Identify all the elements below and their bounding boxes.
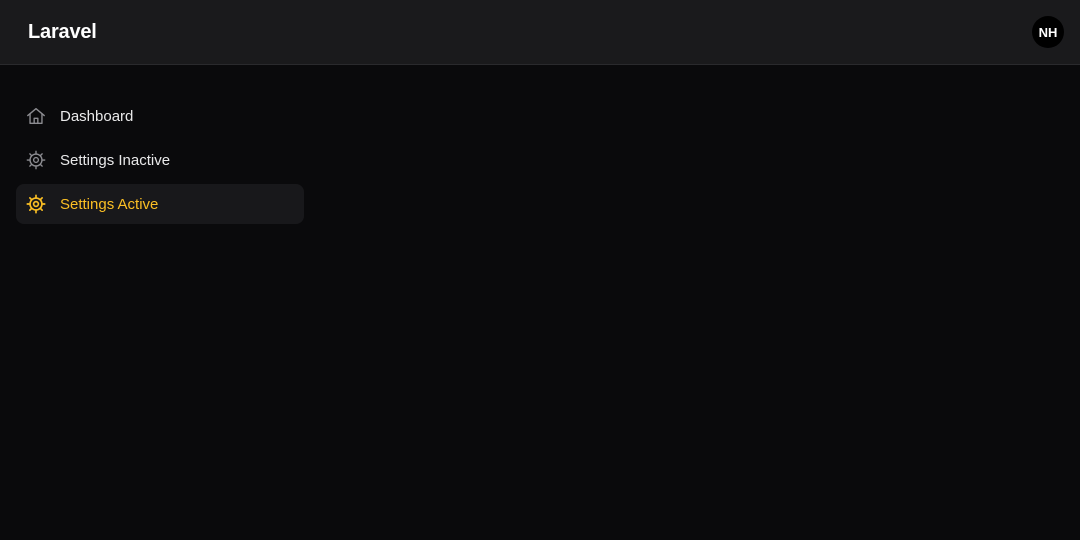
app-window: Laravel NH Dashboard Settings Inactive S…	[0, 0, 1080, 540]
sidebar-item-label: Dashboard	[60, 107, 134, 125]
sidebar-item-label: Settings Active	[60, 195, 159, 213]
brand-logo-text[interactable]: Laravel	[28, 21, 97, 44]
sidebar-item-settings-inactive[interactable]: Settings Inactive	[16, 140, 304, 180]
sidebar-item-settings-active[interactable]: Settings Active	[16, 184, 304, 224]
sidebar-item-dashboard[interactable]: Dashboard	[16, 96, 304, 136]
home-icon	[24, 104, 48, 128]
gear-icon	[24, 148, 48, 172]
user-avatar[interactable]: NH	[1032, 16, 1064, 48]
sidebar-item-label: Settings Inactive	[60, 151, 171, 169]
sidebar: Dashboard Settings Inactive Settings Act…	[16, 96, 304, 228]
top-navbar: Laravel NH	[0, 0, 1080, 65]
gear-icon	[24, 192, 48, 216]
